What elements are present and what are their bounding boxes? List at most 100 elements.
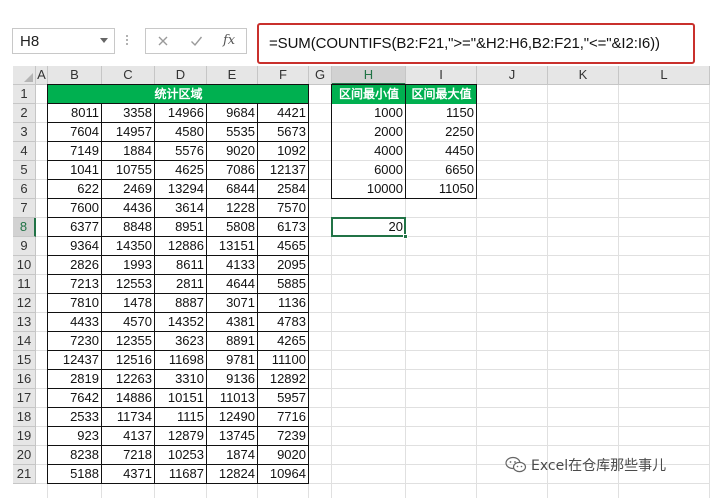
row-header-10[interactable]: 10 [13, 256, 36, 275]
table-cell[interactable]: 8848 [102, 218, 155, 237]
table-cell[interactable]: 4421 [258, 104, 309, 123]
table-cell[interactable]: 1092 [258, 142, 309, 161]
table-cell[interactable]: 10755 [102, 161, 155, 180]
table-cell[interactable]: 4644 [207, 275, 258, 294]
row-header-17[interactable]: 17 [13, 389, 36, 408]
table-cell[interactable]: 4450 [406, 142, 477, 161]
row-header-6[interactable]: 6 [13, 180, 36, 199]
table-cell[interactable]: 5576 [155, 142, 207, 161]
table-cell[interactable]: 7086 [207, 161, 258, 180]
table-cell[interactable]: 11050 [406, 180, 477, 199]
table-cell[interactable]: 6173 [258, 218, 309, 237]
drag-handle-icon[interactable] [125, 33, 129, 49]
table-cell[interactable]: 12879 [155, 427, 207, 446]
table-cell[interactable]: 622 [48, 180, 102, 199]
column-header-l[interactable]: L [619, 66, 710, 85]
column-header-e[interactable]: E [207, 66, 258, 85]
table-cell[interactable]: 7230 [48, 332, 102, 351]
table-cell[interactable]: 8611 [155, 256, 207, 275]
table-cell[interactable]: 2095 [258, 256, 309, 275]
table-cell[interactable]: 9020 [258, 446, 309, 465]
table-cell[interactable]: 11100 [258, 351, 309, 370]
table-cell[interactable]: 2811 [155, 275, 207, 294]
table-cell[interactable]: 8891 [207, 332, 258, 351]
row-header-7[interactable]: 7 [13, 199, 36, 218]
fill-handle[interactable] [403, 234, 408, 239]
table-cell[interactable]: 1136 [258, 294, 309, 313]
column-header-i[interactable]: I [406, 66, 477, 85]
table-cell[interactable]: 7642 [48, 389, 102, 408]
table-cell[interactable]: 10000 [332, 180, 406, 199]
table-cell[interactable]: 12516 [102, 351, 155, 370]
table-cell[interactable]: 2826 [48, 256, 102, 275]
column-header-k[interactable]: K [548, 66, 619, 85]
table-cell[interactable]: 12553 [102, 275, 155, 294]
table-cell[interactable]: 4000 [332, 142, 406, 161]
table-cell[interactable]: 7716 [258, 408, 309, 427]
row-header-13[interactable]: 13 [13, 313, 36, 332]
row-header-18[interactable]: 18 [13, 408, 36, 427]
chevron-down-icon[interactable] [100, 38, 108, 43]
table-cell[interactable]: 9684 [207, 104, 258, 123]
range-max-header[interactable]: 区间最大值 [406, 85, 477, 104]
table-cell[interactable]: 4625 [155, 161, 207, 180]
table-cell[interactable]: 11734 [102, 408, 155, 427]
table-cell[interactable]: 13151 [207, 237, 258, 256]
row-header-9[interactable]: 9 [13, 237, 36, 256]
table-cell[interactable]: 7810 [48, 294, 102, 313]
table-cell[interactable]: 12892 [258, 370, 309, 389]
table-cell[interactable]: 8951 [155, 218, 207, 237]
table-cell[interactable]: 12886 [155, 237, 207, 256]
table-cell[interactable]: 3071 [207, 294, 258, 313]
table-cell[interactable]: 14966 [155, 104, 207, 123]
table-cell[interactable]: 7213 [48, 275, 102, 294]
table-cell[interactable]: 11687 [155, 465, 207, 484]
table-cell[interactable]: 6844 [207, 180, 258, 199]
table-cell[interactable]: 1000 [332, 104, 406, 123]
table-cell[interactable]: 1041 [48, 161, 102, 180]
table-cell[interactable]: 5673 [258, 123, 309, 142]
row-header-21[interactable]: 21 [13, 465, 36, 484]
table-cell[interactable]: 12263 [102, 370, 155, 389]
column-header-j[interactable]: J [477, 66, 548, 85]
table-cell[interactable]: 4133 [207, 256, 258, 275]
column-header-c[interactable]: C [102, 66, 155, 85]
table-cell[interactable]: 3623 [155, 332, 207, 351]
table-cell[interactable]: 1993 [102, 256, 155, 275]
table-cell[interactable]: 2469 [102, 180, 155, 199]
table-cell[interactable]: 7604 [48, 123, 102, 142]
column-header-f[interactable]: F [258, 66, 309, 85]
row-header-20[interactable]: 20 [13, 446, 36, 465]
table-cell[interactable]: 9136 [207, 370, 258, 389]
range-min-header[interactable]: 区间最小值 [332, 85, 406, 104]
table-cell[interactable]: 13745 [207, 427, 258, 446]
row-header-15[interactable]: 15 [13, 351, 36, 370]
formula-input[interactable]: =SUM(COUNTIFS(B2:F21,">="&H2:H6,B2:F21,"… [257, 23, 695, 64]
table-cell[interactable]: 6000 [332, 161, 406, 180]
table-cell[interactable]: 3358 [102, 104, 155, 123]
table-cell[interactable]: 1115 [155, 408, 207, 427]
table-cell[interactable]: 7239 [258, 427, 309, 446]
table-cell[interactable]: 4570 [102, 313, 155, 332]
row-header-5[interactable]: 5 [13, 161, 36, 180]
table-cell[interactable]: 4371 [102, 465, 155, 484]
column-header-b[interactable]: B [48, 66, 102, 85]
table-cell[interactable]: 12355 [102, 332, 155, 351]
table-cell[interactable]: 6377 [48, 218, 102, 237]
row-header-2[interactable]: 2 [13, 104, 36, 123]
active-cell-selection[interactable] [331, 217, 406, 237]
table-cell[interactable]: 4783 [258, 313, 309, 332]
table-cell[interactable]: 7218 [102, 446, 155, 465]
table-cell[interactable]: 14886 [102, 389, 155, 408]
column-header-g[interactable]: G [309, 66, 332, 85]
table-cell[interactable]: 5188 [48, 465, 102, 484]
table-cell[interactable]: 4580 [155, 123, 207, 142]
table-cell[interactable]: 10253 [155, 446, 207, 465]
table-cell[interactable]: 7570 [258, 199, 309, 218]
table-cell[interactable]: 4436 [102, 199, 155, 218]
insert-function-button[interactable]: fx [213, 28, 247, 54]
table-cell[interactable]: 4565 [258, 237, 309, 256]
table-cell[interactable]: 12824 [207, 465, 258, 484]
table-cell[interactable]: 14352 [155, 313, 207, 332]
table-cell[interactable]: 5535 [207, 123, 258, 142]
